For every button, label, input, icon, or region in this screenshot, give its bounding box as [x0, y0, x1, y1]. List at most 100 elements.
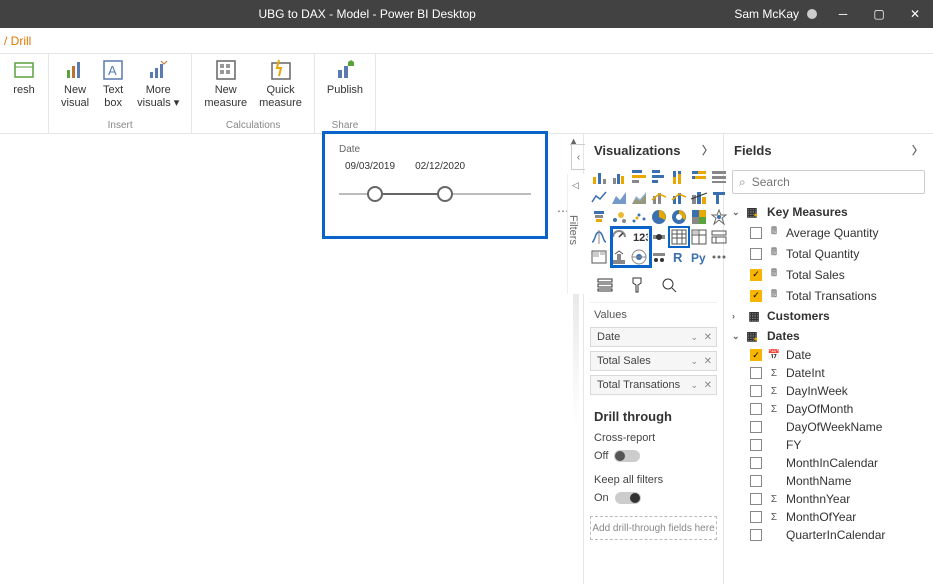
- field-checkbox[interactable]: ✓: [750, 349, 762, 361]
- publish-button[interactable]: Publish: [321, 56, 369, 120]
- viz-type-12[interactable]: [690, 188, 708, 206]
- viz-type-15[interactable]: [610, 208, 628, 226]
- field-group-header[interactable]: ⌄▦●Dates: [724, 326, 933, 346]
- viz-type-1[interactable]: [610, 168, 628, 186]
- viz-type-33[interactable]: Py: [690, 248, 708, 266]
- collapse-filters-button[interactable]: ‹: [571, 144, 585, 170]
- field-item[interactable]: ✓📅Date: [730, 346, 933, 364]
- field-item[interactable]: ΣMonthOfYear: [730, 508, 933, 526]
- text-box-button[interactable]: ATextbox: [95, 56, 131, 120]
- viz-type-11[interactable]: [670, 188, 688, 206]
- breadcrumb-text[interactable]: / Drill: [4, 34, 31, 48]
- field-checkbox[interactable]: [750, 439, 762, 451]
- field-checkbox[interactable]: [750, 475, 762, 487]
- refresh-button[interactable]: resh: [6, 56, 42, 131]
- keep-filters-toggle[interactable]: On: [584, 490, 723, 512]
- field-checkbox[interactable]: ✓: [750, 290, 762, 302]
- viz-type-9[interactable]: [630, 188, 648, 206]
- viz-type-6[interactable]: [710, 168, 728, 186]
- minimize-button[interactable]: ─: [825, 0, 861, 28]
- viz-type-4[interactable]: [670, 168, 688, 186]
- chevron-down-icon[interactable]: ⌄: [690, 380, 698, 391]
- field-well[interactable]: Total Transations⌄✕: [590, 375, 717, 395]
- viz-type-17[interactable]: [650, 208, 668, 226]
- remove-icon[interactable]: ✕: [704, 356, 712, 367]
- slicer-end-date[interactable]: 02/12/2020: [415, 161, 465, 172]
- field-group-header[interactable]: ›▦Customers: [724, 306, 933, 326]
- more-visuals-button[interactable]: Morevisuals ▾: [131, 56, 185, 120]
- field-item[interactable]: ΣMonthnYear: [730, 490, 933, 508]
- search-input[interactable]: [752, 175, 918, 189]
- maximize-button[interactable]: ▢: [861, 0, 897, 28]
- viz-type-20[interactable]: [710, 208, 728, 226]
- slicer-thumb-start[interactable]: [367, 186, 383, 202]
- remove-icon[interactable]: ✕: [704, 332, 712, 343]
- user-area[interactable]: Sam McKay: [734, 7, 825, 21]
- viz-type-25[interactable]: [670, 228, 688, 246]
- field-item[interactable]: ΣDateInt: [730, 364, 933, 382]
- field-item[interactable]: ✓🖩Total Transations: [730, 285, 933, 306]
- viz-type-34[interactable]: [710, 248, 728, 266]
- field-checkbox[interactable]: [750, 457, 762, 469]
- field-checkbox[interactable]: [750, 403, 762, 415]
- fields-search[interactable]: ⌕: [732, 170, 925, 194]
- chevron-down-icon[interactable]: ⌄: [690, 356, 698, 367]
- field-checkbox[interactable]: ✓: [750, 269, 762, 281]
- viz-type-14[interactable]: [590, 208, 608, 226]
- field-item[interactable]: MonthName: [730, 472, 933, 490]
- field-checkbox[interactable]: [750, 493, 762, 505]
- viz-type-8[interactable]: [610, 188, 628, 206]
- viz-type-18[interactable]: [670, 208, 688, 226]
- field-checkbox[interactable]: [750, 248, 762, 260]
- viz-type-30[interactable]: [630, 248, 648, 266]
- filters-pane-collapsed[interactable]: ◁ Filters: [567, 174, 585, 294]
- viz-type-22[interactable]: [610, 228, 628, 246]
- close-button[interactable]: ✕: [897, 0, 933, 28]
- chevron-down-icon[interactable]: ⌄: [690, 332, 698, 343]
- field-item[interactable]: 🖩Total Quantity: [730, 243, 933, 264]
- field-checkbox[interactable]: [750, 385, 762, 397]
- viz-type-2[interactable]: [630, 168, 648, 186]
- viz-type-3[interactable]: [650, 168, 668, 186]
- field-checkbox[interactable]: [750, 511, 762, 523]
- field-checkbox[interactable]: [750, 367, 762, 379]
- viz-type-16[interactable]: [630, 208, 648, 226]
- field-well[interactable]: Date⌄✕: [590, 327, 717, 347]
- viz-type-31[interactable]: [650, 248, 668, 266]
- field-group-header[interactable]: ⌄▦●Key Measures: [724, 202, 933, 222]
- field-item[interactable]: ✓🖩Total Sales: [730, 264, 933, 285]
- visualizations-header[interactable]: Visualizations 〉: [584, 134, 723, 166]
- viz-type-24[interactable]: [650, 228, 668, 246]
- field-item[interactable]: FY: [730, 436, 933, 454]
- field-item[interactable]: DayOfWeekName: [730, 418, 933, 436]
- new-visual-button[interactable]: Newvisual: [55, 56, 95, 120]
- viz-type-29[interactable]: [610, 248, 628, 266]
- format-tab-icon[interactable]: [628, 276, 646, 294]
- viz-type-21[interactable]: [590, 228, 608, 246]
- analytics-tab-icon[interactable]: [660, 276, 678, 294]
- field-item[interactable]: ΣDayOfMonth: [730, 400, 933, 418]
- viz-type-19[interactable]: [690, 208, 708, 226]
- slicer-thumb-end[interactable]: [437, 186, 453, 202]
- new-measure-button[interactable]: Newmeasure: [198, 56, 253, 120]
- date-slicer-visual[interactable]: Date 09/03/2019 02/12/2020: [322, 131, 548, 239]
- viz-type-13[interactable]: [710, 188, 728, 206]
- field-checkbox[interactable]: [750, 529, 762, 541]
- cross-report-toggle[interactable]: Off: [584, 448, 723, 470]
- field-item[interactable]: ΣDayInWeek: [730, 382, 933, 400]
- viz-type-7[interactable]: [590, 188, 608, 206]
- quick-measure-button[interactable]: Quickmeasure: [253, 56, 308, 120]
- field-item[interactable]: MonthInCalendar: [730, 454, 933, 472]
- drillthrough-well[interactable]: Add drill-through fields here: [590, 516, 717, 540]
- report-canvas[interactable]: ▲ ▽ ⤢ ⋯ Date 09/03/2019 02/12/2020 ‹ ◁ F…: [0, 134, 583, 584]
- viz-type-26[interactable]: [690, 228, 708, 246]
- viz-type-0[interactable]: [590, 168, 608, 186]
- remove-icon[interactable]: ✕: [704, 380, 712, 391]
- fields-tab-icon[interactable]: [596, 276, 614, 294]
- field-well[interactable]: Total Sales⌄✕: [590, 351, 717, 371]
- viz-type-27[interactable]: [710, 228, 728, 246]
- viz-type-32[interactable]: R: [670, 248, 688, 266]
- slicer-track[interactable]: [339, 184, 531, 204]
- field-item[interactable]: 🖩Average Quantity: [730, 222, 933, 243]
- viz-type-28[interactable]: [590, 248, 608, 266]
